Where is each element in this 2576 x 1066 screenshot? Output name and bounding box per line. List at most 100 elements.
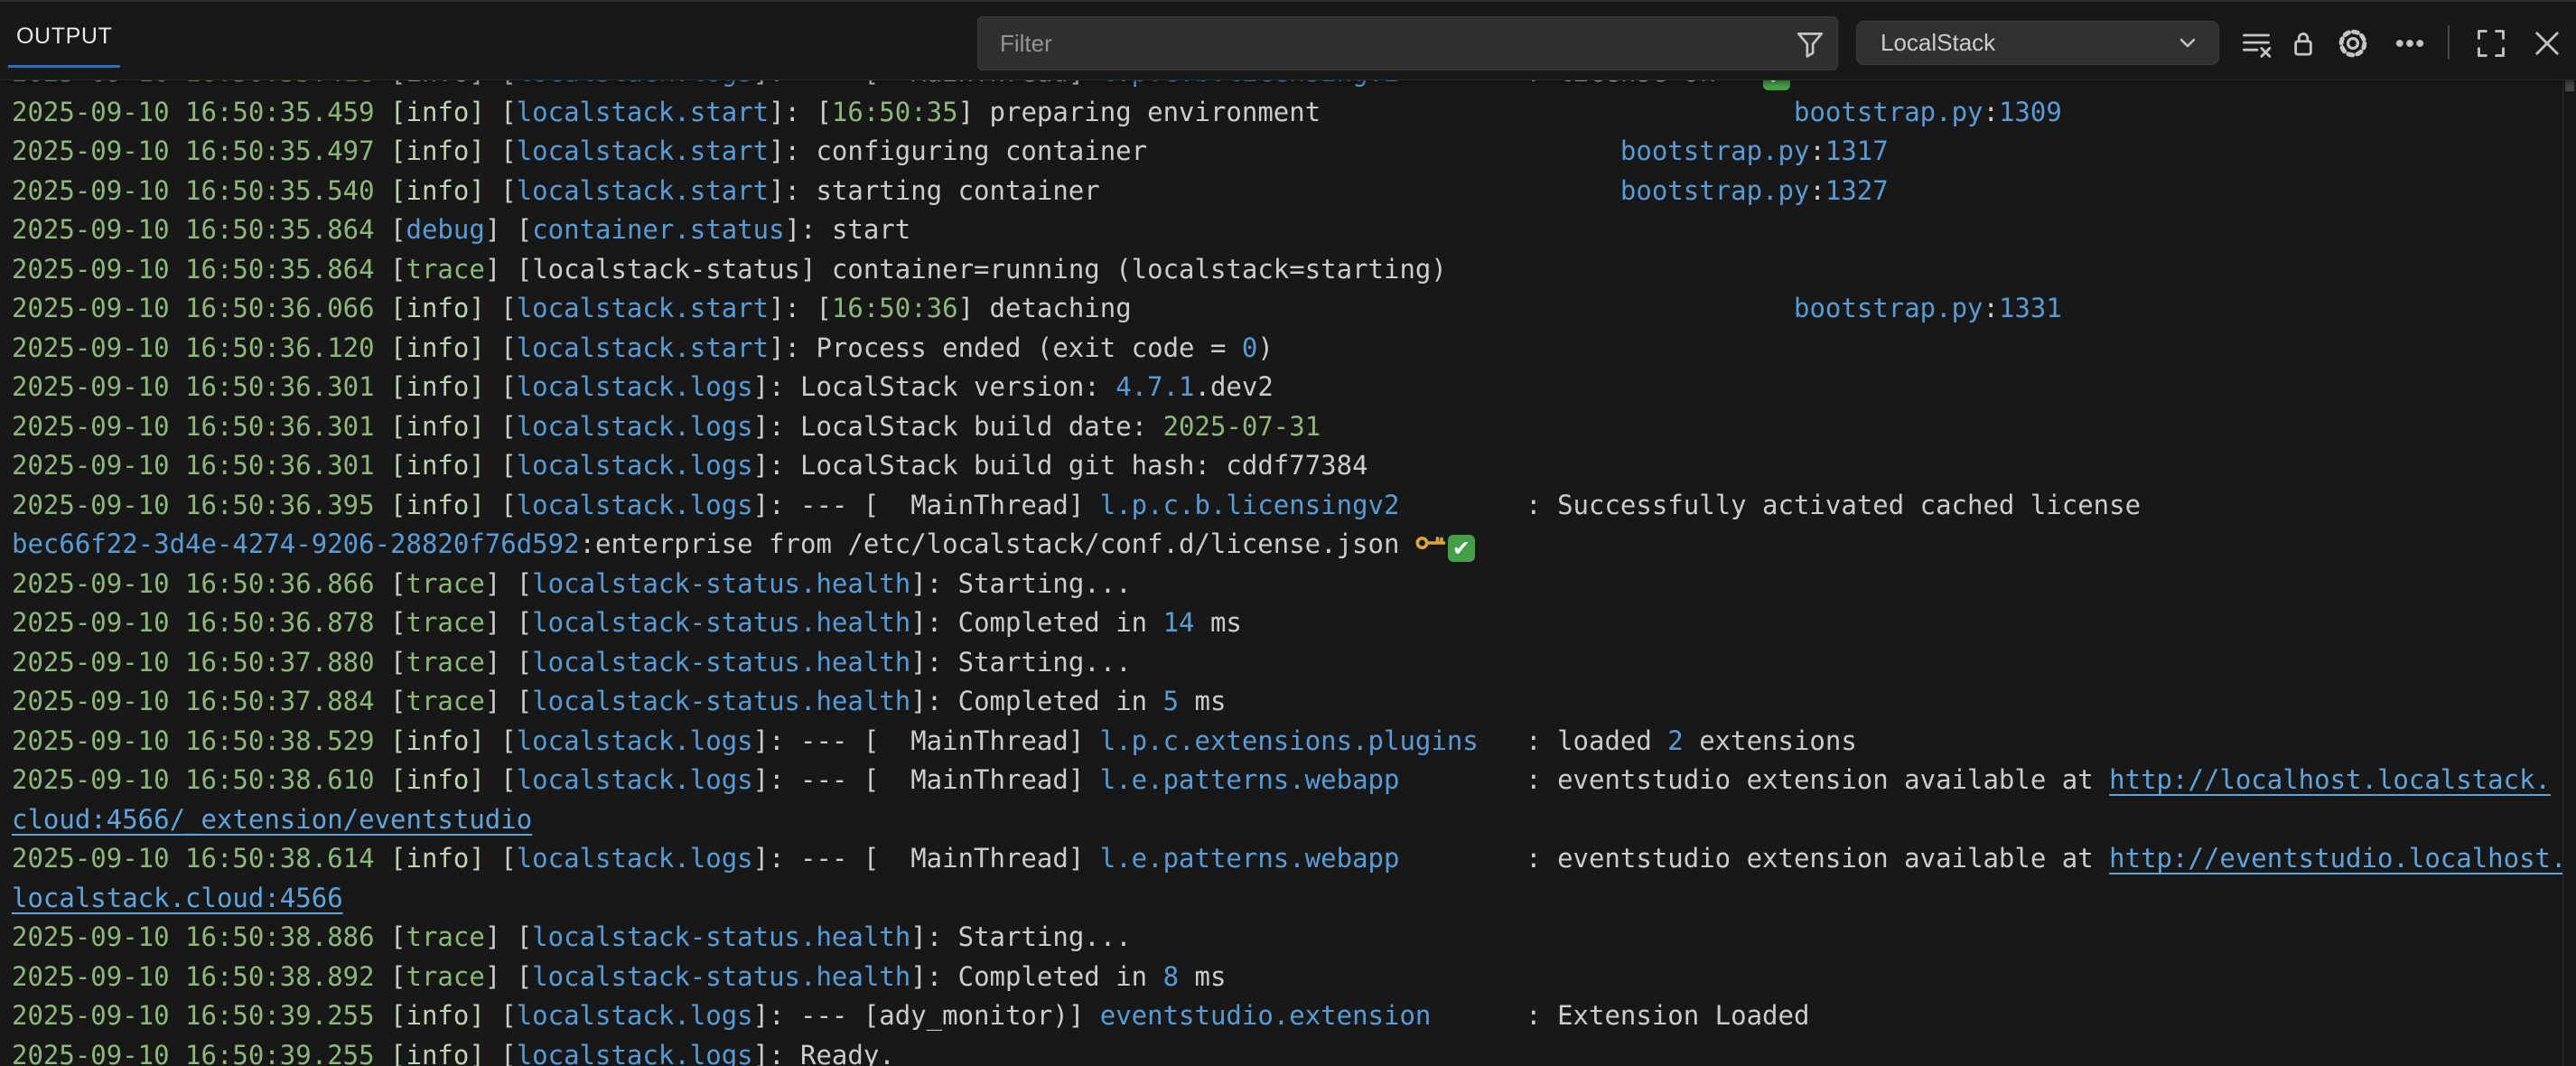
log-text: [ bbox=[390, 686, 406, 716]
scrollbar[interactable] bbox=[2562, 80, 2576, 1066]
timestamp: 2025-09-10 16:50:38.614 bbox=[12, 843, 390, 874]
maximize-panel-button[interactable] bbox=[2471, 23, 2511, 63]
auto-scroll-lock-button[interactable] bbox=[2283, 23, 2323, 63]
timestamp: 2025-09-10 16:50:35.459 bbox=[12, 97, 390, 127]
log-row: 2025-09-10 16:50:38.610 [info] [localsta… bbox=[12, 761, 2563, 800]
filter-box bbox=[977, 16, 1838, 70]
key-emoji-icon bbox=[1415, 528, 1444, 557]
log-row: 2025-09-10 16:50:36.301 [info] [localsta… bbox=[12, 368, 2563, 407]
log-text: .dev2 bbox=[1195, 371, 1274, 402]
log-level-info: [info] bbox=[390, 136, 485, 166]
log-row: cloud:4566/_extension/eventstudio bbox=[12, 800, 2563, 840]
log-row: bec66f22-3d4e-4274-9206-28820f76d592:ent… bbox=[12, 525, 2563, 565]
logger-name: eventstudio.extension bbox=[1100, 1000, 1432, 1031]
log-text: [ bbox=[485, 80, 517, 88]
log-text: [ bbox=[390, 607, 406, 638]
logger-name: bootstrap.py bbox=[1620, 136, 1810, 166]
timestamp: 2025-09-10 16:50:36.866 bbox=[12, 568, 390, 599]
log-text: : bbox=[1983, 97, 1999, 127]
logger-name: localstack.start bbox=[517, 293, 769, 323]
key-emoji-icon bbox=[1731, 80, 1759, 86]
logger-name: localstack-status.health bbox=[532, 568, 910, 599]
gear-icon bbox=[2336, 26, 2370, 61]
check-emoji-icon: ✔ bbox=[1448, 535, 1475, 562]
log-level-info: [info] bbox=[390, 332, 485, 363]
more-actions-button[interactable] bbox=[2390, 23, 2430, 63]
log-text: [ bbox=[485, 136, 517, 166]
log-row: 2025-09-10 16:50:38.892 [trace] [localst… bbox=[12, 958, 2563, 997]
log-text: ]: [ bbox=[769, 97, 832, 127]
log-level-trace: trace bbox=[406, 607, 485, 638]
log-text: ]: Completed in bbox=[910, 607, 1162, 638]
filter-input[interactable] bbox=[978, 30, 1783, 58]
log-text: [ bbox=[485, 1000, 517, 1031]
log-row-clipped: 2025-09-10 16:50:35.418 [info] [localsta… bbox=[12, 80, 2563, 93]
log-link[interactable]: localstack.cloud:4566 bbox=[12, 883, 343, 913]
tab-output[interactable]: OUTPUT bbox=[16, 23, 112, 50]
log-link[interactable]: http://eventstudio.localhost. bbox=[2109, 843, 2563, 874]
log-text: ]: --- [ MainThread] bbox=[753, 725, 1100, 756]
timestamp: 16:50:35 bbox=[832, 97, 958, 127]
log-link[interactable]: cloud:4566/_extension/eventstudio bbox=[12, 804, 532, 835]
lock-icon bbox=[2287, 27, 2319, 60]
timestamp: 2025-09-10 16:50:36.301 bbox=[12, 371, 390, 402]
logger-name: localstack.start bbox=[517, 136, 769, 166]
log-level-info: [info] bbox=[390, 1000, 485, 1031]
output-channel-select[interactable]: LocalStack bbox=[1856, 21, 2219, 65]
log-row: 2025-09-10 16:50:36.301 [info] [localsta… bbox=[12, 407, 2563, 447]
clear-output-button[interactable] bbox=[2236, 23, 2276, 63]
timestamp: 2025-09-10 16:50:35.497 bbox=[12, 136, 390, 166]
output-log-viewport: 2025-09-10 16:50:35.418 [info] [localsta… bbox=[0, 80, 2563, 1066]
log-text: : eventstudio extension available at bbox=[1399, 764, 2109, 795]
log[interactable]: 2025-09-10 16:50:35.418 [info] [localsta… bbox=[0, 80, 2563, 1066]
log-row: 2025-09-10 16:50:36.301 [info] [localsta… bbox=[12, 446, 2563, 486]
log-row: 2025-09-10 16:50:36.066 [info] [localsta… bbox=[12, 289, 2563, 329]
log-text: [ bbox=[485, 843, 517, 874]
log-text: [ bbox=[485, 1040, 517, 1066]
number-value: 14 bbox=[1163, 607, 1195, 638]
log-text: ]: --- [ MainThread] bbox=[753, 80, 1100, 88]
log-text: ]: [ bbox=[769, 293, 832, 323]
log-text: ]: LocalStack version: bbox=[753, 371, 1116, 402]
log-text bbox=[1321, 97, 1794, 127]
log-level-info: [info] bbox=[390, 1040, 485, 1066]
log-text: [ bbox=[390, 214, 406, 245]
logger-name: localstack.logs bbox=[517, 450, 753, 481]
logger-name: localstack.start bbox=[517, 332, 769, 363]
timestamp: 2025-09-10 16:50:38.529 bbox=[12, 725, 390, 756]
log-text: ]: --- [ MainThread] bbox=[753, 490, 1100, 520]
log-text: ) bbox=[1257, 332, 1273, 363]
log-row: 2025-09-10 16:50:36.866 [trace] [localst… bbox=[12, 565, 2563, 604]
log-level-info: [info] bbox=[390, 293, 485, 323]
filter-options-button[interactable] bbox=[1783, 18, 1837, 69]
log-row: localstack.cloud:4566 bbox=[12, 879, 2563, 919]
output-panel-header: OUTPUT LocalStack bbox=[0, 2, 2576, 80]
logger-name: localstack.logs bbox=[517, 1000, 753, 1031]
output-settings-button[interactable] bbox=[2333, 23, 2373, 63]
log-text: [ bbox=[485, 490, 517, 520]
log-level-info: [info] bbox=[390, 450, 485, 481]
close-panel-button[interactable] bbox=[2527, 23, 2567, 63]
logger-name: l.p.c.b.licensingv2 bbox=[1100, 490, 1400, 520]
timestamp: 2025-09-10 16:50:39.255 bbox=[12, 1000, 390, 1031]
timestamp: 2025-09-10 16:50:36.301 bbox=[12, 411, 390, 442]
timestamp: 2025-09-10 16:50:38.886 bbox=[12, 921, 390, 952]
log-row: 2025-09-10 16:50:37.884 [trace] [localst… bbox=[12, 682, 2563, 722]
check-emoji-icon: ✔ bbox=[1763, 80, 1790, 90]
log-row: 2025-09-10 16:50:37.880 [trace] [localst… bbox=[12, 643, 2563, 683]
log-text: : bbox=[1809, 175, 1825, 206]
log-link[interactable]: http://localhost.localstack. bbox=[2109, 764, 2551, 795]
scrollbar-thumb[interactable] bbox=[2565, 80, 2574, 91]
log-text: [ bbox=[390, 254, 406, 285]
log-text: [ bbox=[485, 332, 517, 363]
log-text: ] detaching bbox=[958, 293, 1132, 323]
log-text: ]: LocalStack build git hash: cddf77384 bbox=[753, 450, 1368, 481]
logger-name: l.p.c.b.licensingv2 bbox=[1100, 80, 1400, 88]
log-text: extensions bbox=[1684, 725, 1857, 756]
log-text: ]: Starting... bbox=[910, 568, 1131, 599]
logger-name: localstack.start bbox=[517, 175, 769, 206]
log-row: 2025-09-10 16:50:35.459 [info] [localsta… bbox=[12, 93, 2563, 133]
log-text: ]: Completed in bbox=[910, 961, 1162, 992]
logger-name: bootstrap.py bbox=[1794, 293, 1983, 323]
log-text: [ bbox=[390, 647, 406, 678]
